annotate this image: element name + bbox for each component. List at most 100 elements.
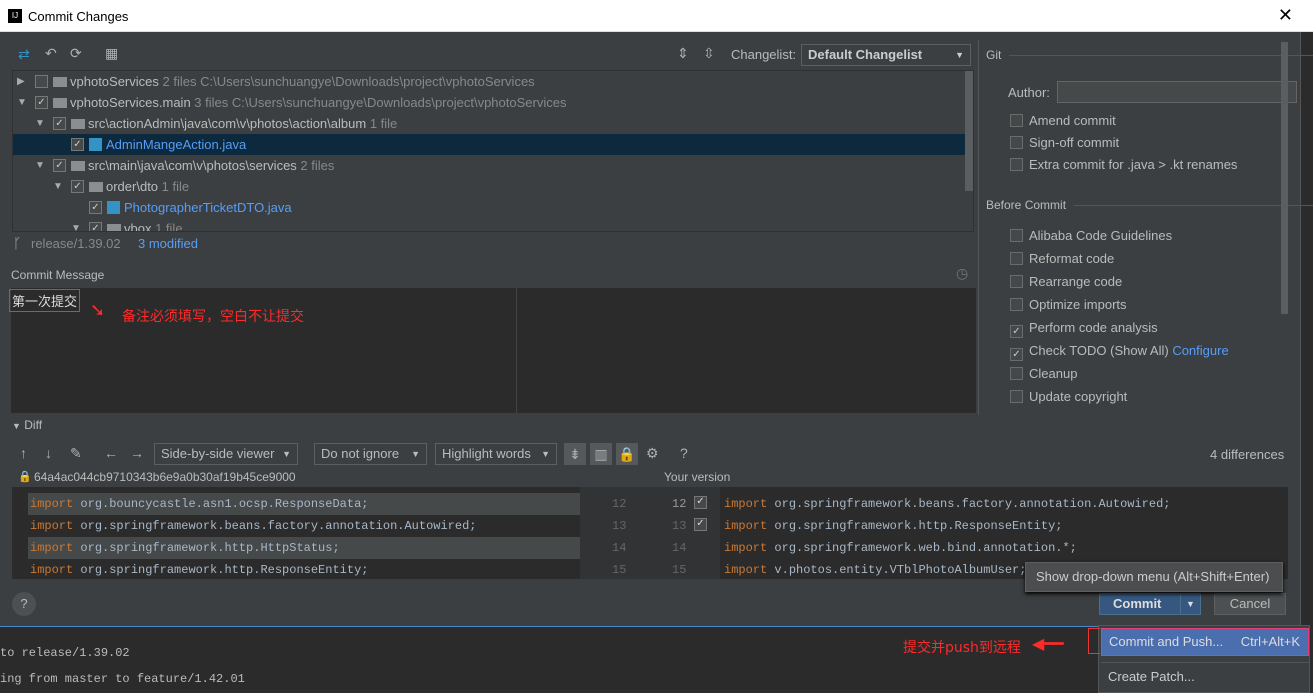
- tree-row[interactable]: ▼ ✓ order\dto 1 file: [13, 176, 973, 197]
- menu-item-commit-and-push[interactable]: Commit and Push... Ctrl+Alt+K: [1101, 628, 1309, 656]
- collapse-unchanged-icon[interactable]: ⇟: [564, 443, 586, 465]
- margin-guide: [516, 288, 517, 413]
- checkbox[interactable]: [1010, 158, 1023, 171]
- sign-off-commit-checkbox[interactable]: Sign-off commit: [1010, 135, 1119, 150]
- option-label: Alibaba Code Guidelines: [1029, 228, 1173, 243]
- java-file-icon: [89, 138, 102, 151]
- edit-source-icon[interactable]: ✎: [70, 445, 82, 462]
- line-number: 14: [672, 541, 687, 555]
- checkbox[interactable]: ✓: [1010, 348, 1023, 361]
- commit-button[interactable]: Commit ▼: [1099, 593, 1201, 615]
- collapse-all-icon[interactable]: ⇳: [703, 45, 715, 62]
- checkbox[interactable]: ✓: [53, 159, 66, 172]
- checkbox[interactable]: [35, 75, 48, 88]
- modified-count-link[interactable]: 3 modified: [138, 236, 198, 251]
- checkbox[interactable]: [1010, 114, 1023, 127]
- tree-scrollbar[interactable]: [965, 71, 973, 191]
- tree-row-selected[interactable]: ✓ AdminMangeAction.java: [13, 134, 973, 155]
- tree-row-info: 1 file: [369, 116, 398, 131]
- tree-row[interactable]: ▼ ✓ src\main\java\com\v\photos\services …: [13, 155, 973, 176]
- amend-commit-checkbox[interactable]: Amend commit: [1010, 113, 1116, 128]
- annotation-text: 备注必须填写，空白不让提交: [122, 309, 304, 325]
- checkbox[interactable]: ✓: [71, 180, 84, 193]
- perform-code-analysis-checkbox[interactable]: ✓ Perform code analysis: [1010, 320, 1158, 338]
- collapse-arrow-icon[interactable]: ▼: [71, 218, 81, 231]
- highlight-select[interactable]: Highlight words ▼: [435, 443, 557, 465]
- checkbox[interactable]: ✓: [35, 96, 48, 109]
- line-number: 13: [612, 519, 627, 533]
- prev-file-icon[interactable]: ←: [104, 445, 118, 461]
- checkbox[interactable]: [1010, 229, 1023, 242]
- checkbox[interactable]: [1010, 136, 1023, 149]
- history-icon[interactable]: ◷: [956, 265, 968, 282]
- alibaba-guidelines-checkbox[interactable]: Alibaba Code Guidelines: [1010, 228, 1172, 243]
- collapse-arrow-icon[interactable]: ▼: [35, 113, 45, 134]
- right-line[interactable]: import v.photos.entity.VTblPhotoAlbumUse…: [724, 559, 1026, 581]
- collapse-arrow-icon[interactable]: ▼: [53, 176, 63, 197]
- group-by-icon[interactable]: ▦: [105, 45, 118, 62]
- reformat-code-checkbox[interactable]: Reformat code: [1010, 251, 1114, 266]
- next-diff-icon[interactable]: ↓: [45, 445, 52, 461]
- tree-row[interactable]: ▶ vphotoServices 2 files C:\Users\sunchu…: [13, 71, 973, 92]
- close-button[interactable]: ✕: [1278, 5, 1293, 26]
- refresh-icon[interactable]: ⟳: [70, 45, 82, 62]
- show-diff-icon[interactable]: ⇄: [18, 46, 30, 63]
- sync-scroll-icon[interactable]: ▥: [590, 443, 612, 465]
- checkbox[interactable]: ✓: [71, 138, 84, 151]
- checkbox[interactable]: [1010, 390, 1023, 403]
- folder-icon: [107, 224, 121, 231]
- changelist-select[interactable]: Default Changelist ▼: [801, 44, 971, 66]
- checkbox[interactable]: ✓: [1010, 325, 1023, 338]
- cancel-button[interactable]: Cancel: [1214, 593, 1286, 615]
- tree-row[interactable]: ▼ ✓ src\actionAdmin\java\com\v\photos\ac…: [13, 113, 973, 134]
- help-button[interactable]: ?: [12, 592, 36, 616]
- folder-icon: [71, 119, 85, 129]
- right-line[interactable]: import org.springframework.http.Response…: [724, 515, 1062, 537]
- collapse-arrow-icon[interactable]: ▼: [35, 155, 45, 176]
- checkbox[interactable]: [1010, 367, 1023, 380]
- viewer-select[interactable]: Side-by-side viewer ▼: [154, 443, 298, 465]
- checkbox[interactable]: ✓: [89, 222, 102, 231]
- settings-gear-icon[interactable]: ⚙: [646, 445, 659, 462]
- right-line[interactable]: import org.springframework.beans.factory…: [724, 493, 1170, 515]
- update-copyright-checkbox[interactable]: Update copyright: [1010, 389, 1127, 404]
- rollback-icon[interactable]: ↶: [45, 45, 57, 62]
- ignore-select[interactable]: Do not ignore ▼: [314, 443, 427, 465]
- line-number: 12: [612, 497, 627, 511]
- cleanup-checkbox[interactable]: Cleanup: [1010, 366, 1077, 381]
- tree-row[interactable]: ▼ ✓ vphotoServices.main 3 files C:\Users…: [13, 92, 973, 113]
- optimize-imports-checkbox[interactable]: Optimize imports: [1010, 297, 1127, 312]
- menu-item-create-patch[interactable]: Create Patch...: [1108, 669, 1195, 684]
- tree-row-label: vbox: [124, 221, 152, 232]
- include-change-checkbox[interactable]: ✓: [694, 496, 707, 509]
- help-icon[interactable]: ?: [680, 445, 688, 461]
- left-line[interactable]: import org.springframework.beans.factory…: [28, 515, 590, 537]
- extra-commit-checkbox[interactable]: Extra commit for .java > .kt renames: [1010, 157, 1237, 172]
- author-input[interactable]: [1057, 81, 1297, 103]
- diff-toggle[interactable]: ▼ Diff: [12, 418, 42, 432]
- left-line[interactable]: import org.springframework.http.Response…: [28, 559, 590, 581]
- prev-diff-icon[interactable]: ↑: [20, 445, 27, 461]
- rearrange-code-checkbox[interactable]: Rearrange code: [1010, 274, 1122, 289]
- checkbox[interactable]: [1010, 275, 1023, 288]
- tree-row-label: src\actionAdmin\java\com\v\photos\action…: [88, 116, 367, 131]
- check-todo-checkbox[interactable]: ✓ Check TODO (Show All) Configure: [1010, 343, 1229, 361]
- tree-row[interactable]: ✓ PhotographerTicketDTO.java: [13, 197, 973, 218]
- tree-row[interactable]: ▼ ✓ vbox 1 file: [13, 218, 973, 232]
- checkbox[interactable]: [1010, 298, 1023, 311]
- next-file-icon[interactable]: →: [130, 445, 144, 461]
- dropdown-arrow-icon[interactable]: ▼: [1186, 594, 1195, 614]
- lock-icon[interactable]: 🔒: [616, 443, 638, 465]
- include-change-checkbox[interactable]: ✓: [694, 518, 707, 531]
- collapse-arrow-icon[interactable]: ▼: [17, 92, 27, 113]
- expand-arrow-icon[interactable]: ▶: [17, 71, 25, 92]
- configure-link[interactable]: Configure: [1172, 343, 1228, 358]
- left-line[interactable]: import org.bouncycastle.asn1.ocsp.Respon…: [28, 493, 590, 515]
- checkbox[interactable]: ✓: [89, 201, 102, 214]
- checkbox[interactable]: ✓: [53, 117, 66, 130]
- left-line[interactable]: import org.springframework.http.HttpStat…: [28, 537, 590, 559]
- expand-all-icon[interactable]: ⇕: [677, 45, 689, 62]
- checkbox[interactable]: [1010, 252, 1023, 265]
- right-line[interactable]: import org.springframework.web.bind.anno…: [724, 537, 1077, 559]
- options-scrollbar[interactable]: [1281, 42, 1288, 314]
